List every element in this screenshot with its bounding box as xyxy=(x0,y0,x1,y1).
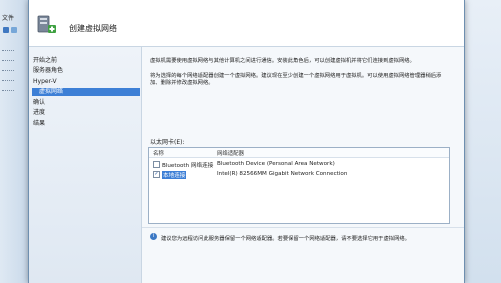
list-item[interactable]: Bluetooth 网络连接 Bluetooth Device (Persona… xyxy=(149,160,449,169)
info-icon: i xyxy=(150,233,157,240)
connection-name: 本地连接 xyxy=(162,171,187,179)
divider xyxy=(142,227,464,228)
tree-node[interactable] xyxy=(2,65,14,71)
description-paragraph-2: 将为选择的每个网络适配器创建一个虚拟网络。建议现在至少创建一个虚拟网络用于虚拟机… xyxy=(150,73,442,86)
wizard-steps-nav: 开始之前 服务器角色 Hyper-V 虚拟网络 确认 进度 结果 xyxy=(29,47,142,283)
column-header-name[interactable]: 名称 xyxy=(153,149,164,157)
list-header: 名称 网络适配器 xyxy=(149,148,449,158)
nav-item-virtual-networks[interactable]: 虚拟网络 xyxy=(32,88,140,96)
adapter-checkbox[interactable]: ✓ xyxy=(153,171,160,178)
nav-item-results[interactable]: 结果 xyxy=(33,120,139,128)
connection-name: Bluetooth 网络连接 xyxy=(162,163,214,169)
back-icon[interactable] xyxy=(3,27,9,33)
tree-node[interactable] xyxy=(2,75,14,81)
server-add-icon xyxy=(37,15,56,33)
tree-node[interactable] xyxy=(2,55,14,61)
dialog-header: 创建虚拟网络 xyxy=(29,0,464,47)
adapter-checkbox[interactable] xyxy=(153,161,160,168)
nav-item-before-you-begin[interactable]: 开始之前 xyxy=(33,57,139,65)
forward-icon[interactable] xyxy=(11,27,17,33)
background-actions-pane xyxy=(462,0,501,283)
create-virtual-network-dialog: 创建虚拟网络 开始之前 服务器角色 Hyper-V 虚拟网络 确认 进度 结果 … xyxy=(28,0,465,283)
adapter-name: Bluetooth Device (Personal Area Network) xyxy=(217,161,335,167)
tree-node[interactable] xyxy=(2,45,14,51)
adapter-name: Intel(R) 82566MM Gigabit Network Connect… xyxy=(217,171,348,177)
ethernet-cards-label: 以太网卡(E): xyxy=(150,139,185,146)
tree-node[interactable] xyxy=(2,85,14,91)
page-title: 创建虚拟网络 xyxy=(69,24,117,33)
nav-item-progress[interactable]: 进度 xyxy=(33,109,139,117)
info-note: i 建议您为远程访问此服务器保留一个网络适配器。若要保留一个网络适配器，请不要选… xyxy=(150,233,460,243)
list-item[interactable]: ✓ 本地连接 Intel(R) 82566MM Gigabit Network … xyxy=(149,170,449,179)
nav-item-hyper-v[interactable]: Hyper-V xyxy=(33,78,139,86)
file-menu[interactable]: 文件 xyxy=(2,13,14,22)
network-adapter-list[interactable]: 名称 网络适配器 Bluetooth 网络连接 Bluetooth Device… xyxy=(148,147,450,224)
nav-item-server-roles[interactable]: 服务器角色 xyxy=(33,67,139,75)
background-app-window: 文件 xyxy=(0,0,29,283)
description-paragraph: 虚拟机需要使用虚拟网络与其他计算机之间进行通信。安装此角色后，可以创建虚拟机并将… xyxy=(150,58,415,64)
info-text: 建议您为远程访问此服务器保留一个网络适配器。若要保留一个网络适配器，请不要选择它… xyxy=(161,236,410,242)
nav-item-confirmation[interactable]: 确认 xyxy=(33,99,139,107)
wizard-content: 虚拟机需要使用虚拟网络与其他计算机之间进行通信。安装此角色后，可以创建虚拟机并将… xyxy=(142,47,464,283)
column-header-adapter[interactable]: 网络适配器 xyxy=(217,149,244,157)
